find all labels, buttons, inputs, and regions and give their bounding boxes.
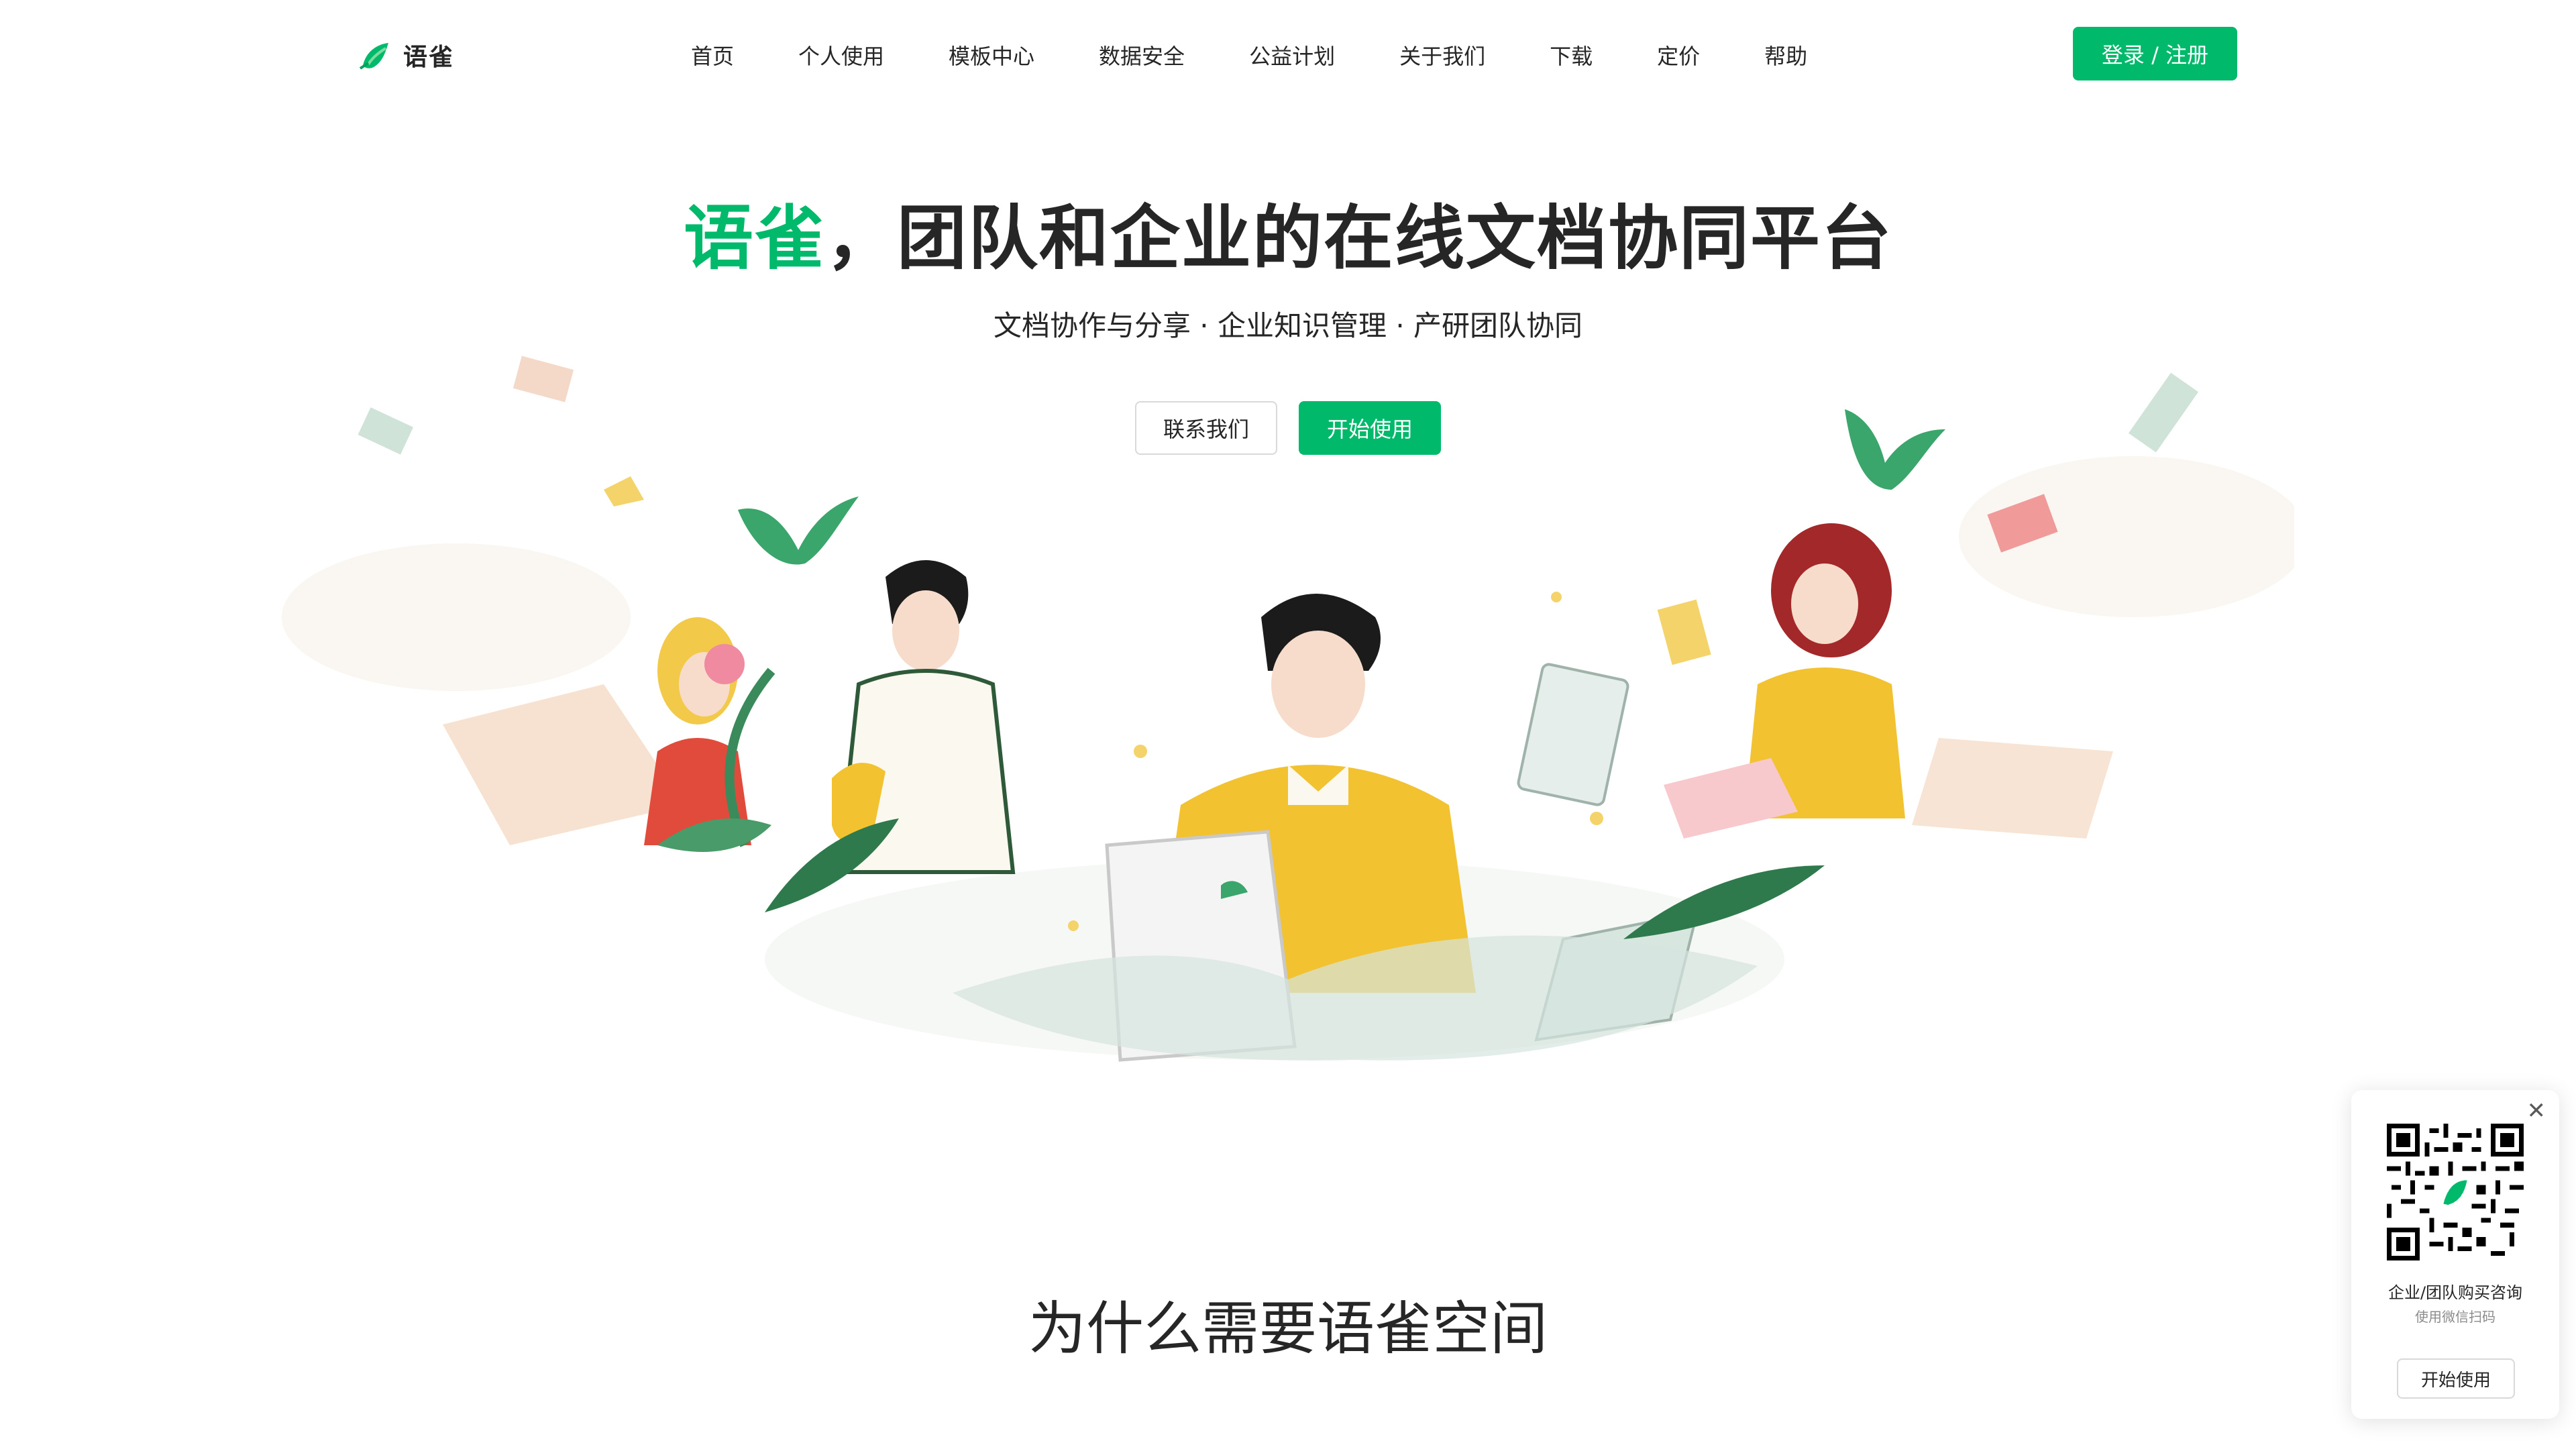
login-register-button[interactable]: 登录 / 注册 xyxy=(2073,27,2237,80)
hero-title: 语雀，团队和企业的在线文档协同平台 xyxy=(0,181,2576,282)
hero-illustration xyxy=(282,356,2294,1062)
logo[interactable]: 语雀 xyxy=(359,35,454,75)
qr-card-title: 企业/团队购买咨询 xyxy=(2387,1283,2523,1302)
close-icon[interactable]: ✕ xyxy=(2527,1099,2546,1122)
nav-help[interactable]: 帮助 xyxy=(1764,40,1807,70)
nav-home[interactable]: 首页 xyxy=(691,40,734,70)
main-nav: 首页 个人使用 模板中心 数据安全 公益计划 关于我们 下载 定价 帮助 xyxy=(691,35,1807,75)
qr-card-subtitle: 使用微信扫码 xyxy=(2415,1309,2496,1325)
nav-about[interactable]: 关于我们 xyxy=(1399,40,1485,70)
yuque-bird-icon xyxy=(359,43,388,70)
section-title: 为什么需要语雀空间 xyxy=(1028,1295,1548,1362)
nav-templates[interactable]: 模板中心 xyxy=(949,40,1034,70)
wechat-qr-code xyxy=(2387,1124,2524,1260)
hero-title-rest: ，团队和企业的在线文档协同平台 xyxy=(826,197,1893,279)
nav-security[interactable]: 数据安全 xyxy=(1099,40,1185,70)
nav-charity[interactable]: 公益计划 xyxy=(1249,40,1335,70)
hero-title-brand: 语雀 xyxy=(683,197,826,279)
nav-personal[interactable]: 个人使用 xyxy=(798,40,884,70)
qr-start-using-button[interactable]: 开始使用 xyxy=(2397,1358,2515,1399)
top-header: 语雀 首页 个人使用 模板中心 数据安全 公益计划 关于我们 下载 定价 帮助 … xyxy=(0,0,2576,107)
logo-text: 语雀 xyxy=(403,44,455,71)
nav-download[interactable]: 下载 xyxy=(1550,40,1593,70)
nav-pricing[interactable]: 定价 xyxy=(1657,40,1700,70)
qr-consult-card: ✕ 企业/团队购买咨询 使用微信扫码 开始使用 xyxy=(2351,1090,2559,1419)
